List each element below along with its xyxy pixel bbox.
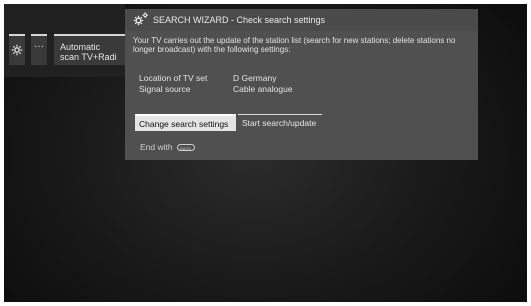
more-tile[interactable]: ··· — [31, 34, 47, 65]
setting-row-signal-source: Signal source Cable analogue — [139, 84, 293, 95]
wizard-gears-icon — [133, 12, 149, 26]
gear-icon — [11, 44, 23, 56]
setting-label-signal-source: Signal source — [139, 84, 191, 94]
back-key-icon: BACK — [176, 143, 195, 151]
setting-value-signal-source: Cable analogue — [233, 84, 293, 94]
scan-tile-line2: scan TV+Radi — [60, 52, 117, 62]
dialog-footer: End with BACK — [140, 142, 195, 152]
setting-row-location: Location of TV set D Germany — [139, 73, 293, 84]
tv-screen: ··· Automatic scan TV+Radi SEARCH WIZARD… — [4, 4, 527, 302]
settings-tile[interactable] — [9, 34, 25, 65]
automatic-scan-tile[interactable]: Automatic scan TV+Radi — [54, 34, 125, 65]
setting-value-location: D Germany — [233, 73, 277, 83]
change-search-settings-button[interactable]: Change search settings — [135, 114, 236, 131]
scan-tile-line1: Automatic — [60, 42, 101, 52]
setting-label-location: Location of TV set — [139, 73, 208, 83]
dialog-header: SEARCH WIZARD - Check search settings — [125, 9, 478, 31]
settings-list: Location of TV set D Germany Signal sour… — [139, 73, 293, 95]
menu-strip: ··· Automatic scan TV+Radi — [4, 4, 125, 77]
end-with-label: End with — [140, 142, 173, 152]
start-search-update-button[interactable]: Start search/update — [238, 114, 322, 131]
dialog-title: SEARCH WIZARD - Check search settings — [153, 15, 326, 25]
search-wizard-dialog: SEARCH WIZARD - Check search settings Yo… — [125, 9, 478, 160]
more-dots-label: ··· — [34, 41, 44, 52]
dialog-description: Your TV carries out the update of the st… — [133, 36, 456, 54]
